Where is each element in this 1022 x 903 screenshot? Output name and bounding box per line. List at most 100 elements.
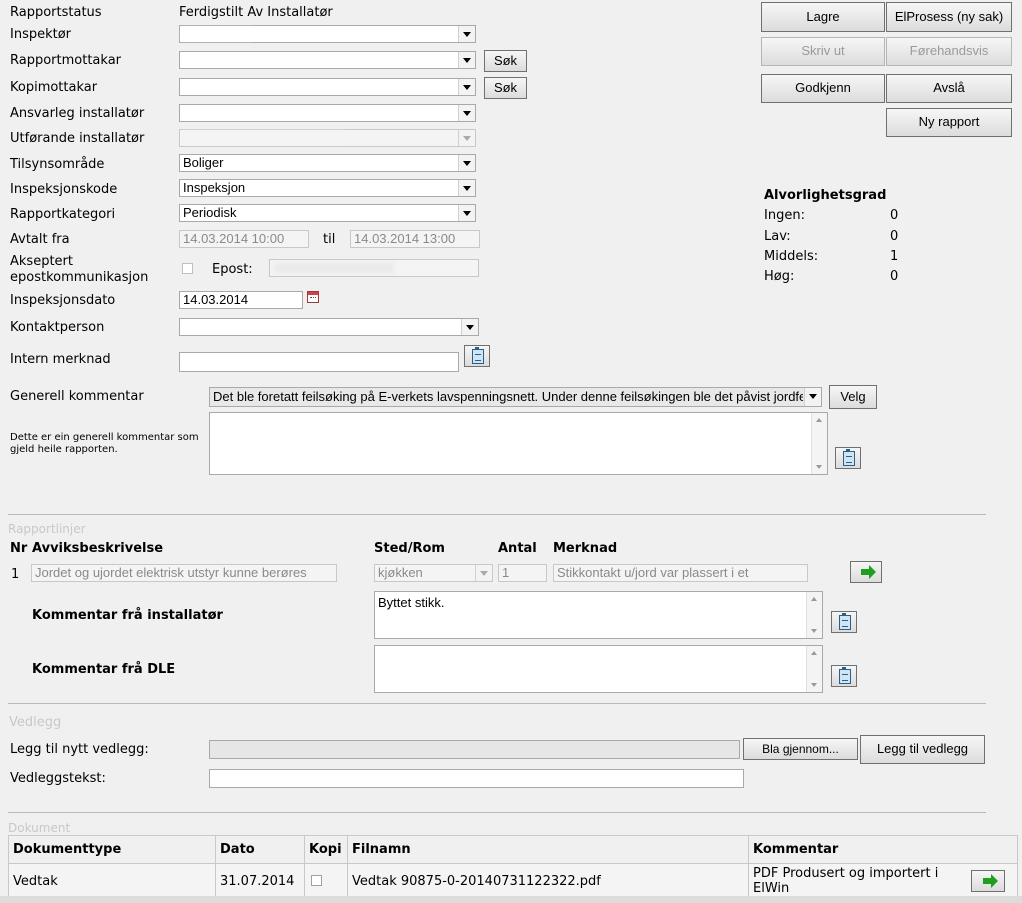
doc-open-button[interactable] xyxy=(971,870,1005,892)
rapportstatus-value: Ferdigstilt Av Installatør xyxy=(179,5,333,20)
intern-merknad-label: Intern merknad xyxy=(10,352,111,367)
generell-kommentar-textarea[interactable] xyxy=(209,412,828,475)
row-open-button[interactable] xyxy=(850,561,882,583)
forehandsvis-button[interactable]: Førehandsvis xyxy=(886,37,1012,66)
ny-rapport-button[interactable]: Ny rapport xyxy=(886,108,1012,137)
avtalt-til-label: til xyxy=(323,232,336,247)
scrollbar[interactable] xyxy=(806,646,822,692)
rapportkategori-value: Periodisk xyxy=(183,205,237,220)
browse-button[interactable]: Bla gjennom... xyxy=(743,738,858,760)
legg-til-vedlegg-button[interactable]: Legg til vedlegg xyxy=(860,735,985,764)
chevron-down-icon xyxy=(458,79,475,95)
ansvarleg-select[interactable] xyxy=(179,104,476,122)
sted-value: kjøkken xyxy=(378,565,423,580)
lagre-button[interactable]: Lagre xyxy=(761,2,885,32)
scrollbar[interactable] xyxy=(811,413,827,474)
elprosess-button[interactable]: ElProsess (ny sak) xyxy=(886,2,1012,32)
severity-title: Alvorlighetsgrad xyxy=(764,188,887,203)
redacted-inspektor xyxy=(182,28,252,40)
rapportkategori-select[interactable]: Periodisk xyxy=(179,204,476,222)
generell-kommentar-select[interactable]: Det ble foretatt feilsøking på E-verkets… xyxy=(209,387,822,407)
kommentar-installator-value: Byttet stikk. xyxy=(378,595,445,610)
kopimottakar-label: Kopimottakar xyxy=(10,80,98,95)
akseptert-checkbox[interactable] xyxy=(182,263,193,274)
severity-ingen-label: Ingen: xyxy=(764,208,805,223)
antal-input[interactable]: 1 xyxy=(498,564,547,582)
rapportmottakar-label: Rapportmottakar xyxy=(10,53,122,68)
calendar-icon[interactable] xyxy=(307,291,319,303)
header-merknad: Merknad xyxy=(553,541,618,556)
inspeksjonskode-select[interactable]: Inspeksjon xyxy=(179,179,476,197)
kontaktperson-select[interactable] xyxy=(179,318,479,336)
doc-date-cell: 31.07.2014 xyxy=(215,863,305,899)
vedlegg-section-title: Vedlegg xyxy=(9,715,62,730)
rapportmottakar-select[interactable] xyxy=(179,51,476,69)
kopimottakar-select[interactable] xyxy=(179,78,476,96)
column-header: Filnamn xyxy=(347,835,749,864)
avsla-button[interactable]: Avslå xyxy=(886,74,1012,103)
dokument-section-title: Dokument xyxy=(8,821,71,835)
chevron-down-icon xyxy=(458,205,475,221)
severity-lav-value: 0 xyxy=(890,229,899,244)
generell-kommentar-value: Det ble foretatt feilsøking på E-verkets… xyxy=(213,389,803,404)
vedleggstekst-input[interactable] xyxy=(209,769,744,788)
rapportmottakar-search-button[interactable]: Søk xyxy=(484,50,527,72)
kommentar-installator-textarea[interactable]: Byttet stikk. xyxy=(374,591,823,639)
chevron-down-icon xyxy=(458,130,475,146)
avvik-input[interactable]: Jordet og ujordet elektrisk utstyr kunne… xyxy=(31,564,337,582)
avtalt-from-input[interactable]: 14.03.2014 10:00 xyxy=(179,230,309,248)
severity-lav-label: Lav: xyxy=(764,229,791,244)
chevron-down-icon xyxy=(458,155,475,171)
doc-comment-cell: PDF Produsert og importert i ElWin xyxy=(748,863,1018,899)
scrollbar[interactable] xyxy=(806,592,822,638)
skriv-ut-button[interactable]: Skriv ut xyxy=(761,37,885,66)
akseptert-label-2: epostkommunikasjon xyxy=(10,270,149,285)
doc-comment-text: PDF Produsert og importert i ElWin xyxy=(753,866,939,896)
redacted-utforande xyxy=(184,131,344,143)
horizontal-scrollbar[interactable] xyxy=(0,896,1022,903)
column-header: Kommentar xyxy=(748,835,1018,864)
severity-middels-value: 1 xyxy=(890,249,899,264)
chevron-down-icon xyxy=(458,52,475,68)
ansvarleg-label: Ansvarleg installatør xyxy=(10,106,145,121)
rapportkategori-label: Rapportkategori xyxy=(10,207,116,222)
severity-hog-label: Høg: xyxy=(764,269,795,284)
header-sted-rom: Sted/Rom xyxy=(374,541,445,556)
nytt-vedlegg-label: Legg til nytt vedlegg: xyxy=(10,742,149,757)
intern-merknad-clipboard-button[interactable] xyxy=(464,345,490,367)
velg-button[interactable]: Velg xyxy=(829,385,877,409)
inspeksjonskode-value: Inspeksjon xyxy=(183,180,246,195)
kopi-checkbox[interactable] xyxy=(311,874,322,886)
divider xyxy=(8,703,986,704)
intern-merknad-input[interactable] xyxy=(179,352,459,372)
arrow-right-icon xyxy=(983,874,998,888)
kopimottakar-search-button[interactable]: Søk xyxy=(484,77,527,99)
epost-label: Epost: xyxy=(212,262,253,277)
kontaktperson-label: Kontaktperson xyxy=(10,320,105,335)
kommentar-dle-clipboard-button[interactable] xyxy=(831,665,857,687)
tilsynsomrade-value: Boliger xyxy=(183,155,224,170)
header-nr: Nr xyxy=(10,541,28,556)
arrow-right-icon xyxy=(861,565,876,579)
rapportstatus-label: Rapportstatus xyxy=(10,5,102,20)
kommentar-installator-clipboard-button[interactable] xyxy=(831,611,857,633)
kommentar-dle-textarea[interactable] xyxy=(374,645,823,693)
chevron-down-icon xyxy=(804,388,821,406)
chevron-down-icon xyxy=(461,319,478,335)
rapportlinjer-section-title: Rapportlinjer xyxy=(8,522,86,536)
inspeksjonsdato-input[interactable]: 14.03.2014 xyxy=(179,291,303,309)
clipboard-icon xyxy=(843,449,855,466)
avtalt-label: Avtalt fra xyxy=(10,232,70,247)
vedlegg-file-input[interactable] xyxy=(209,740,740,759)
godkjenn-button[interactable]: Godkjenn xyxy=(761,74,885,103)
tilsynsomrade-select[interactable]: Boliger xyxy=(179,154,476,172)
generell-kommentar-clipboard-button[interactable] xyxy=(835,447,861,469)
doc-type-cell: Vedtak xyxy=(8,863,216,899)
header-avviksbeskrivelse: Avviksbeskrivelse xyxy=(32,541,164,556)
severity-ingen-value: 0 xyxy=(890,208,899,223)
doc-filename-cell[interactable]: Vedtak 90875-0-20140731122322.pdf xyxy=(347,863,749,899)
avtalt-to-input[interactable]: 14.03.2014 13:00 xyxy=(350,230,480,248)
merknad-input[interactable]: Stikkontakt u/jord var plassert i et xyxy=(553,564,808,582)
sted-select[interactable]: kjøkken xyxy=(374,564,493,582)
table-row: Vedtak 31.07.2014 Vedtak 90875-0-2014073… xyxy=(8,863,1018,899)
